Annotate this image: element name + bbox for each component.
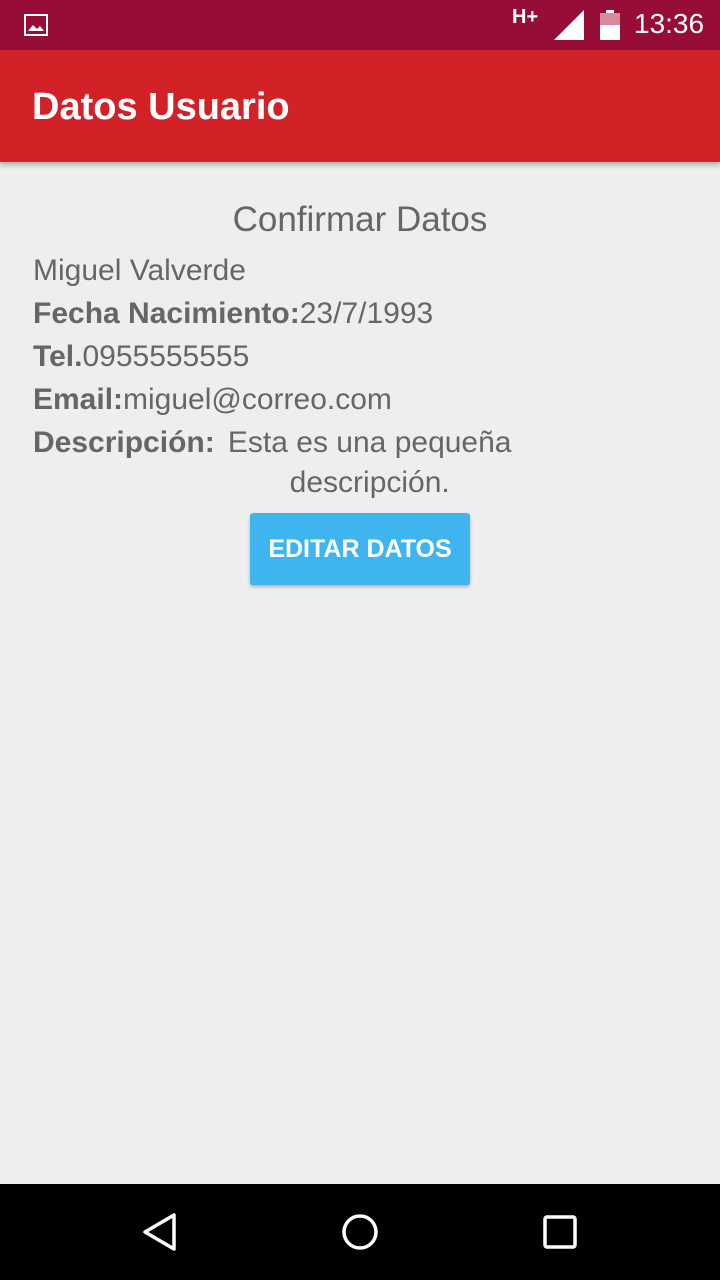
navigation-bar [0,1184,720,1280]
image-icon [24,14,48,36]
description-value: Esta es una pequeña descripción. [227,426,512,499]
edit-data-button[interactable]: EDITAR DATOS [250,513,470,585]
status-bar: H+ 13:36 [0,0,720,50]
description-label: Descripción: [33,426,215,459]
app-bar: Datos Usuario [0,50,720,162]
birth-date-value: 23/7/1993 [299,297,434,330]
home-icon[interactable] [340,1212,380,1252]
back-icon[interactable] [140,1212,180,1252]
email-row: Email:miguel@correo.com [33,380,392,420]
phone-label: Tel. [33,340,83,373]
network-type: H+ [512,6,539,28]
confirm-heading: Confirmar Datos [232,200,488,239]
email-value: miguel@correo.com [123,383,392,416]
signal-icon [554,10,584,40]
phone-row: Tel.0955555555 [33,337,249,377]
recent-apps-icon[interactable] [540,1212,580,1252]
description-row: Descripción: Esta es una pequeña descripc… [33,423,525,503]
birth-date-label: Fecha Nacimiento: [33,297,300,330]
clock: 13:36 [634,8,705,39]
phone-value: 0955555555 [82,340,250,373]
app-title: Datos Usuario [32,86,290,128]
user-name: Miguel Valverde [33,254,246,287]
birth-date-row: Fecha Nacimiento:23/7/1993 [33,294,433,334]
email-label: Email: [33,383,124,416]
battery-icon [600,10,620,40]
